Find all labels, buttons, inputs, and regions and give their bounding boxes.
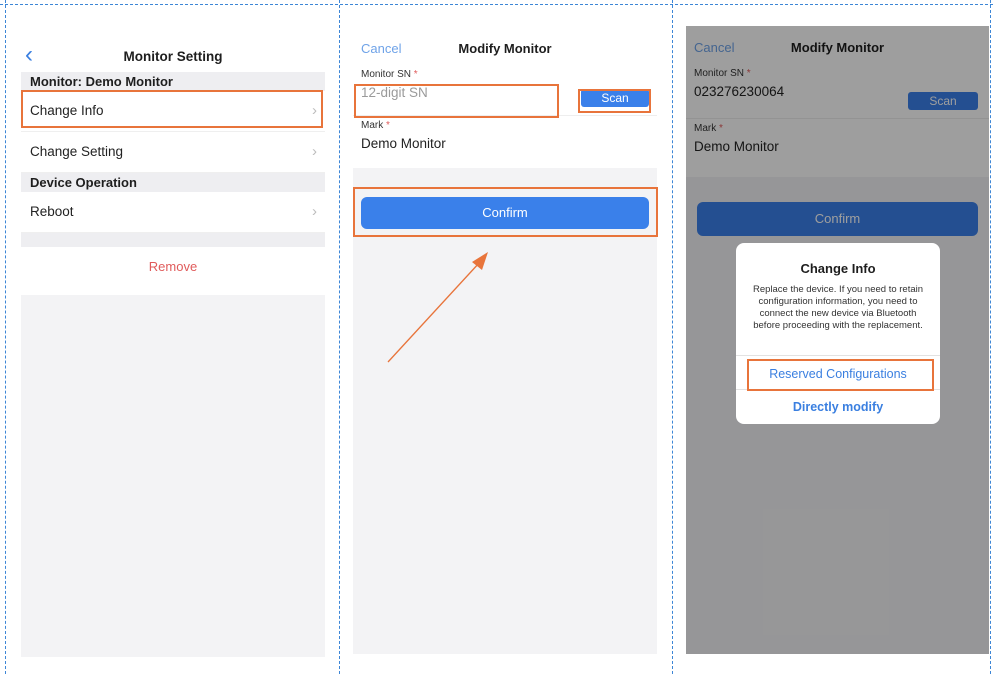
frame-top-border: [0, 4, 993, 5]
remove-button[interactable]: Remove: [21, 247, 325, 295]
nav-bar: ‹ Monitor Setting: [21, 38, 325, 72]
row-label: Change Setting: [30, 144, 124, 159]
dialog-message: Replace the device. If you need to retai…: [752, 284, 924, 331]
chevron-right-icon: ›: [312, 203, 317, 220]
spacer: [21, 233, 325, 247]
highlight-reserved-configurations: [747, 359, 934, 391]
monitor-setting-screen: ‹ Monitor Setting Monitor: Demo Monitor …: [21, 38, 325, 657]
highlight-confirm-button: [353, 187, 658, 237]
arrow-line: [387, 261, 481, 363]
mark-label: Mark: [361, 120, 384, 131]
page-title: Modify Monitor: [458, 41, 552, 56]
page-title: Monitor Setting: [123, 49, 223, 64]
sn-label: Monitor SN: [361, 69, 412, 80]
change-info-dialog: Change Info Replace the device. If you n…: [736, 243, 940, 424]
modify-monitor-dialog-screen: Cancel Modify Monitor Monitor SN * 02327…: [686, 26, 989, 654]
frame-divider: [990, 0, 991, 674]
frame-divider: [5, 0, 6, 674]
field-label: Monitor SN *: [361, 65, 649, 80]
dialog-divider: [736, 355, 940, 356]
mark-field: Mark * Demo Monitor: [353, 115, 657, 168]
dialog-title: Change Info: [800, 261, 876, 276]
mark-input[interactable]: Demo Monitor: [361, 131, 649, 157]
highlight-change-info: [21, 90, 323, 128]
frame-divider: [672, 0, 673, 674]
highlight-sn-input: [354, 84, 559, 118]
section-header-device: Device Operation: [21, 173, 325, 192]
required-mark: *: [386, 120, 390, 131]
field-label: Mark *: [361, 116, 649, 131]
nav-bar: Cancel Modify Monitor: [353, 35, 657, 65]
section-header-monitor: Monitor: Demo Monitor: [21, 72, 325, 91]
reboot-row[interactable]: Reboot ›: [21, 192, 325, 233]
change-setting-row[interactable]: Change Setting ›: [21, 132, 325, 173]
row-label: Reboot: [30, 204, 74, 219]
highlight-scan-button: [578, 89, 651, 113]
required-mark: *: [413, 69, 418, 80]
directly-modify-button[interactable]: Directly modify: [736, 400, 940, 414]
frame-divider: [339, 0, 340, 674]
arrow-annotation: [387, 252, 488, 363]
chevron-right-icon: ›: [312, 143, 317, 160]
